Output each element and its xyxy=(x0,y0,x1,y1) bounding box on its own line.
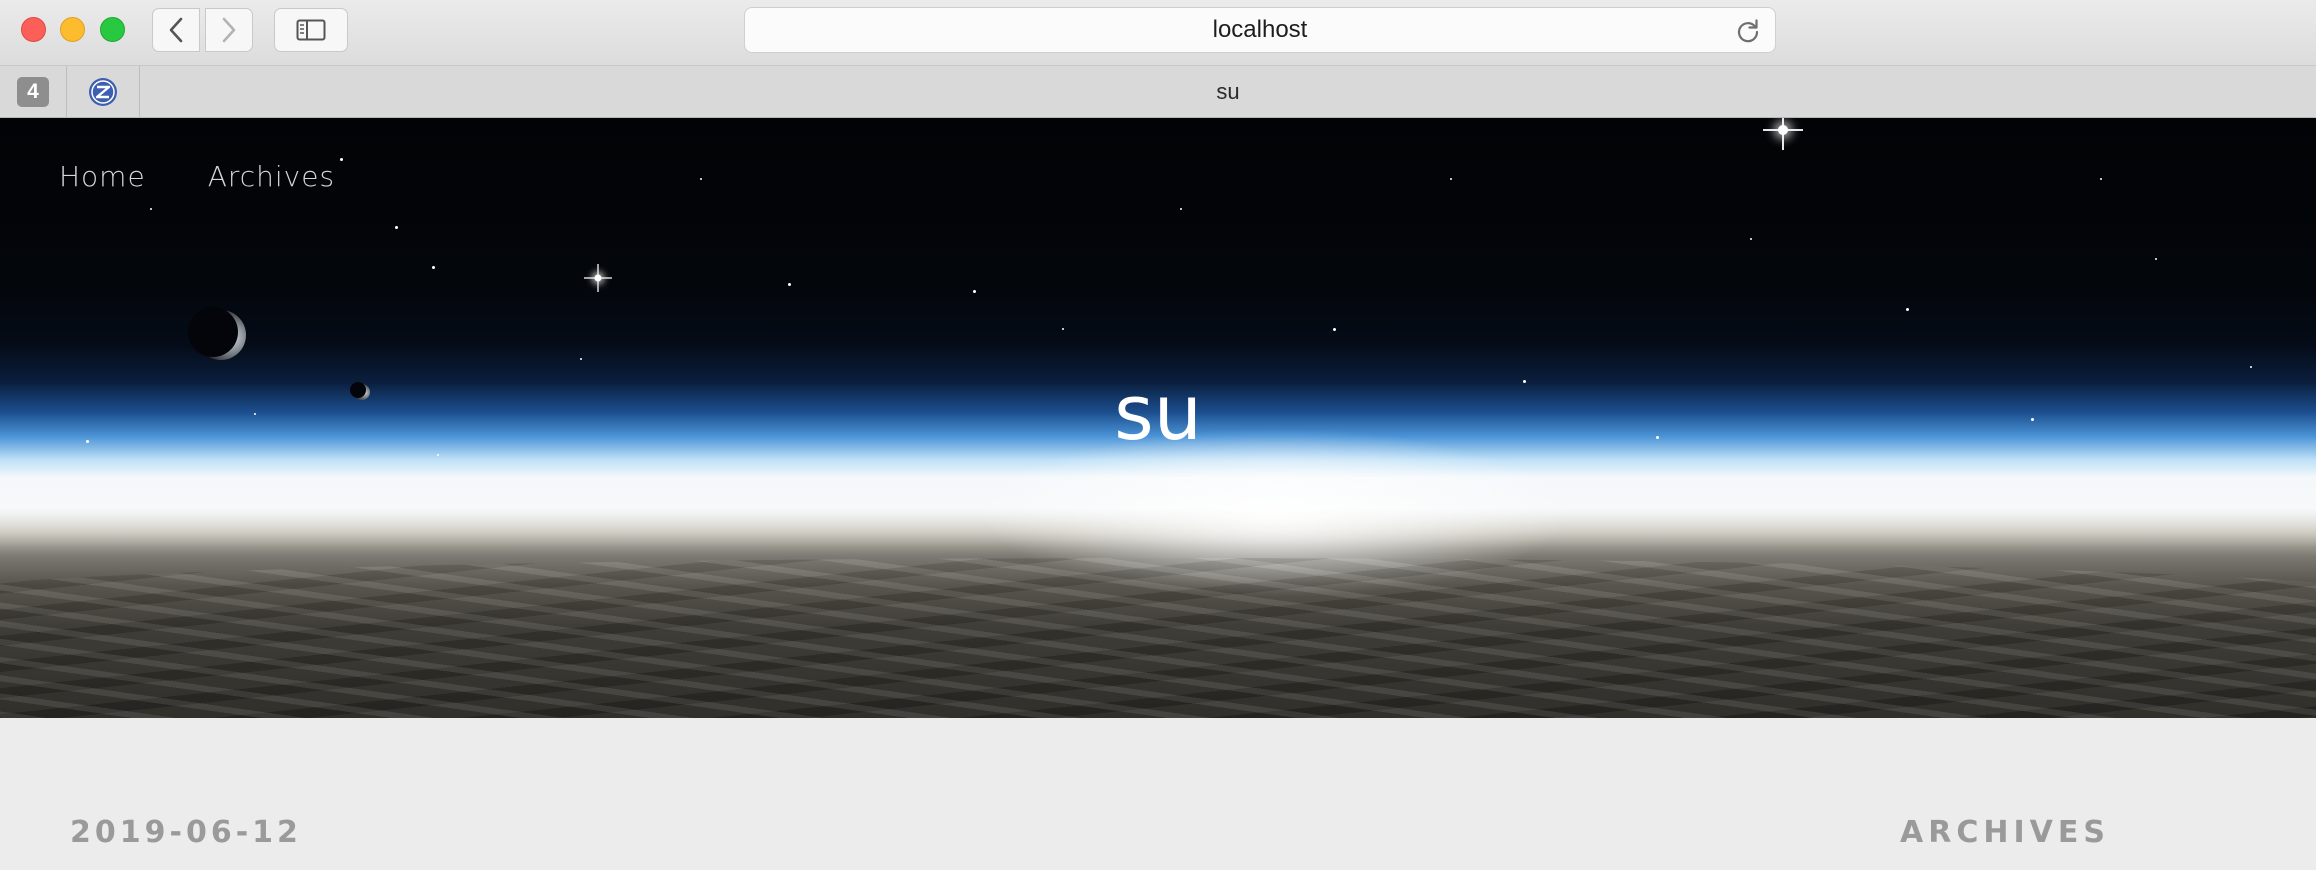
star-decoration xyxy=(1333,328,1336,331)
reload-icon[interactable] xyxy=(1735,18,1761,44)
window-minimize-button[interactable] xyxy=(60,17,85,42)
star-decoration xyxy=(432,266,435,269)
star-decoration xyxy=(1450,178,1452,180)
tab-active[interactable]: su xyxy=(140,66,2316,118)
hero-banner: Home Archives su xyxy=(0,118,2316,718)
tab-count-badge: 4 xyxy=(17,77,49,107)
star-decoration xyxy=(580,358,582,360)
browser-toolbar: localhost xyxy=(0,0,2316,66)
site-favicon-icon xyxy=(89,78,117,106)
post-date: 2019-06-12 xyxy=(70,815,302,850)
earth-clouds-decoration xyxy=(0,558,2316,718)
star-decoration xyxy=(2100,178,2102,180)
star-decoration xyxy=(2155,258,2157,260)
star-decoration xyxy=(1750,238,1752,240)
sidebar-archives-heading: ARCHIVES xyxy=(1900,815,2110,850)
star-decoration xyxy=(1062,328,1064,330)
star-decoration xyxy=(340,158,343,161)
star-decoration xyxy=(700,178,702,180)
star-decoration xyxy=(1906,308,1909,311)
window-maximize-button[interactable] xyxy=(100,17,125,42)
favorite-bookmark[interactable] xyxy=(67,66,140,118)
star-decoration xyxy=(150,208,152,210)
tab-overview-button[interactable]: 4 xyxy=(0,66,67,118)
bright-star-decoration xyxy=(584,264,612,292)
forward-button[interactable] xyxy=(205,8,253,52)
star-decoration xyxy=(973,290,976,293)
bright-star-decoration xyxy=(1763,118,1803,150)
sidebar-icon xyxy=(296,19,326,41)
window-close-button[interactable] xyxy=(21,17,46,42)
site-title: su xyxy=(1114,368,1202,457)
star-decoration xyxy=(788,283,791,286)
horizon-glow xyxy=(0,468,2316,548)
sidebar-toggle-button[interactable] xyxy=(274,8,348,52)
star-decoration xyxy=(1180,208,1182,210)
moon-decoration xyxy=(188,307,246,360)
back-button[interactable] xyxy=(152,8,200,52)
star-decoration xyxy=(395,226,398,229)
chevron-left-icon xyxy=(169,17,183,43)
address-bar-url: localhost xyxy=(1212,16,1308,43)
nav-link-home[interactable]: Home xyxy=(59,160,146,193)
address-bar[interactable]: localhost xyxy=(744,7,1776,53)
chevron-right-icon xyxy=(222,17,236,43)
nav-link-archives[interactable]: Archives xyxy=(208,160,335,193)
site-navigation: Home Archives xyxy=(59,160,335,193)
tab-bar: 4 su xyxy=(0,66,2316,118)
